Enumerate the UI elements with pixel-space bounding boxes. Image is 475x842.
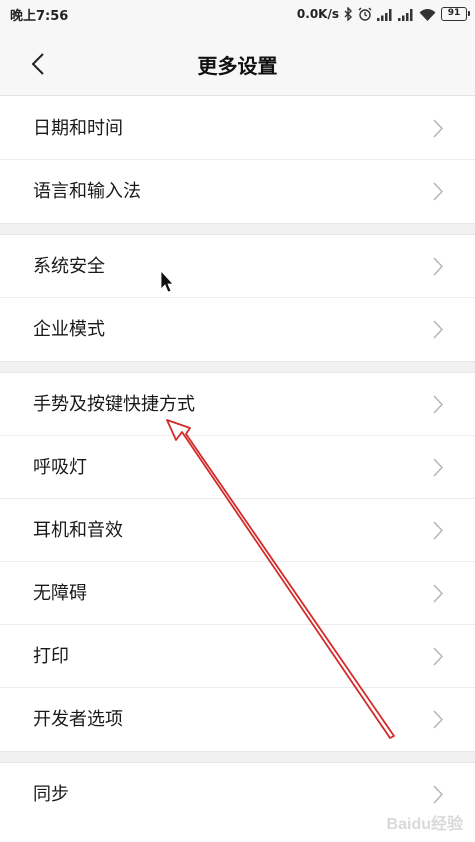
- settings-item-label: 企业模式: [33, 319, 105, 340]
- settings-item-label: 系统安全: [33, 256, 105, 277]
- status-icons: 0.0K/s 91: [296, 4, 470, 24]
- network-speed: 0.0K/s: [296, 7, 339, 21]
- wifi-icon: [419, 8, 436, 21]
- settings-item-language-input[interactable]: 语言和输入法: [0, 160, 475, 223]
- bluetooth-icon: [344, 7, 352, 21]
- chevron-right-icon: [433, 710, 443, 729]
- settings-item-date-time[interactable]: 日期和时间: [0, 97, 475, 160]
- settings-item-gesture-shortcuts[interactable]: 手势及按键快捷方式: [0, 373, 475, 436]
- group-divider: [0, 751, 475, 763]
- settings-item-label: 打印: [33, 646, 69, 667]
- settings-item-print[interactable]: 打印: [0, 625, 475, 688]
- settings-item-label: 手势及按键快捷方式: [33, 394, 195, 415]
- settings-item-label: 呼吸灯: [33, 457, 87, 478]
- chevron-right-icon: [433, 521, 443, 540]
- chevron-right-icon: [433, 458, 443, 477]
- settings-group: 系统安全 企业模式: [0, 235, 475, 361]
- settings-item-label: 无障碍: [33, 583, 87, 604]
- chevron-right-icon: [433, 182, 443, 201]
- chevron-right-icon: [433, 257, 443, 276]
- signal-icon: [377, 8, 392, 21]
- chevron-right-icon: [433, 785, 443, 804]
- chevron-right-icon: [433, 320, 443, 339]
- settings-item-headphones-audio[interactable]: 耳机和音效: [0, 499, 475, 562]
- settings-group: 手势及按键快捷方式 呼吸灯 耳机和音效 无障碍 打印 开发者选项: [0, 373, 475, 751]
- status-bar: 晚上7:56 0.0K/s 91: [0, 0, 475, 28]
- header: 更多设置: [0, 28, 475, 96]
- chevron-right-icon: [433, 395, 443, 414]
- page-title: 更多设置: [197, 54, 278, 78]
- settings-group: 日期和时间 语言和输入法: [0, 97, 475, 223]
- signal-icon: [398, 8, 413, 21]
- battery-icon: 91: [441, 7, 470, 21]
- settings-item-developer-options[interactable]: 开发者选项: [0, 688, 475, 751]
- settings-item-system-security[interactable]: 系统安全: [0, 235, 475, 298]
- settings-item-label: 耳机和音效: [33, 520, 123, 541]
- chevron-right-icon: [433, 584, 443, 603]
- settings-item-enterprise-mode[interactable]: 企业模式: [0, 298, 475, 361]
- settings-item-label: 同步: [33, 784, 69, 805]
- group-divider: [0, 223, 475, 235]
- settings-list: 日期和时间 语言和输入法 系统安全 企业模式 手势及按键快捷方式 呼吸灯 耳机和…: [0, 97, 475, 826]
- settings-item-label: 开发者选项: [33, 709, 123, 730]
- group-divider: [0, 361, 475, 373]
- chevron-right-icon: [433, 119, 443, 138]
- status-time: 晚上7:56: [10, 9, 69, 24]
- alarm-icon: [358, 7, 372, 21]
- settings-item-label: 语言和输入法: [33, 181, 141, 202]
- settings-item-label: 日期和时间: [33, 118, 123, 139]
- settings-item-accessibility[interactable]: 无障碍: [0, 562, 475, 625]
- watermark: Baidu经验: [386, 816, 463, 833]
- settings-item-notification-light[interactable]: 呼吸灯: [0, 436, 475, 499]
- chevron-right-icon: [433, 647, 443, 666]
